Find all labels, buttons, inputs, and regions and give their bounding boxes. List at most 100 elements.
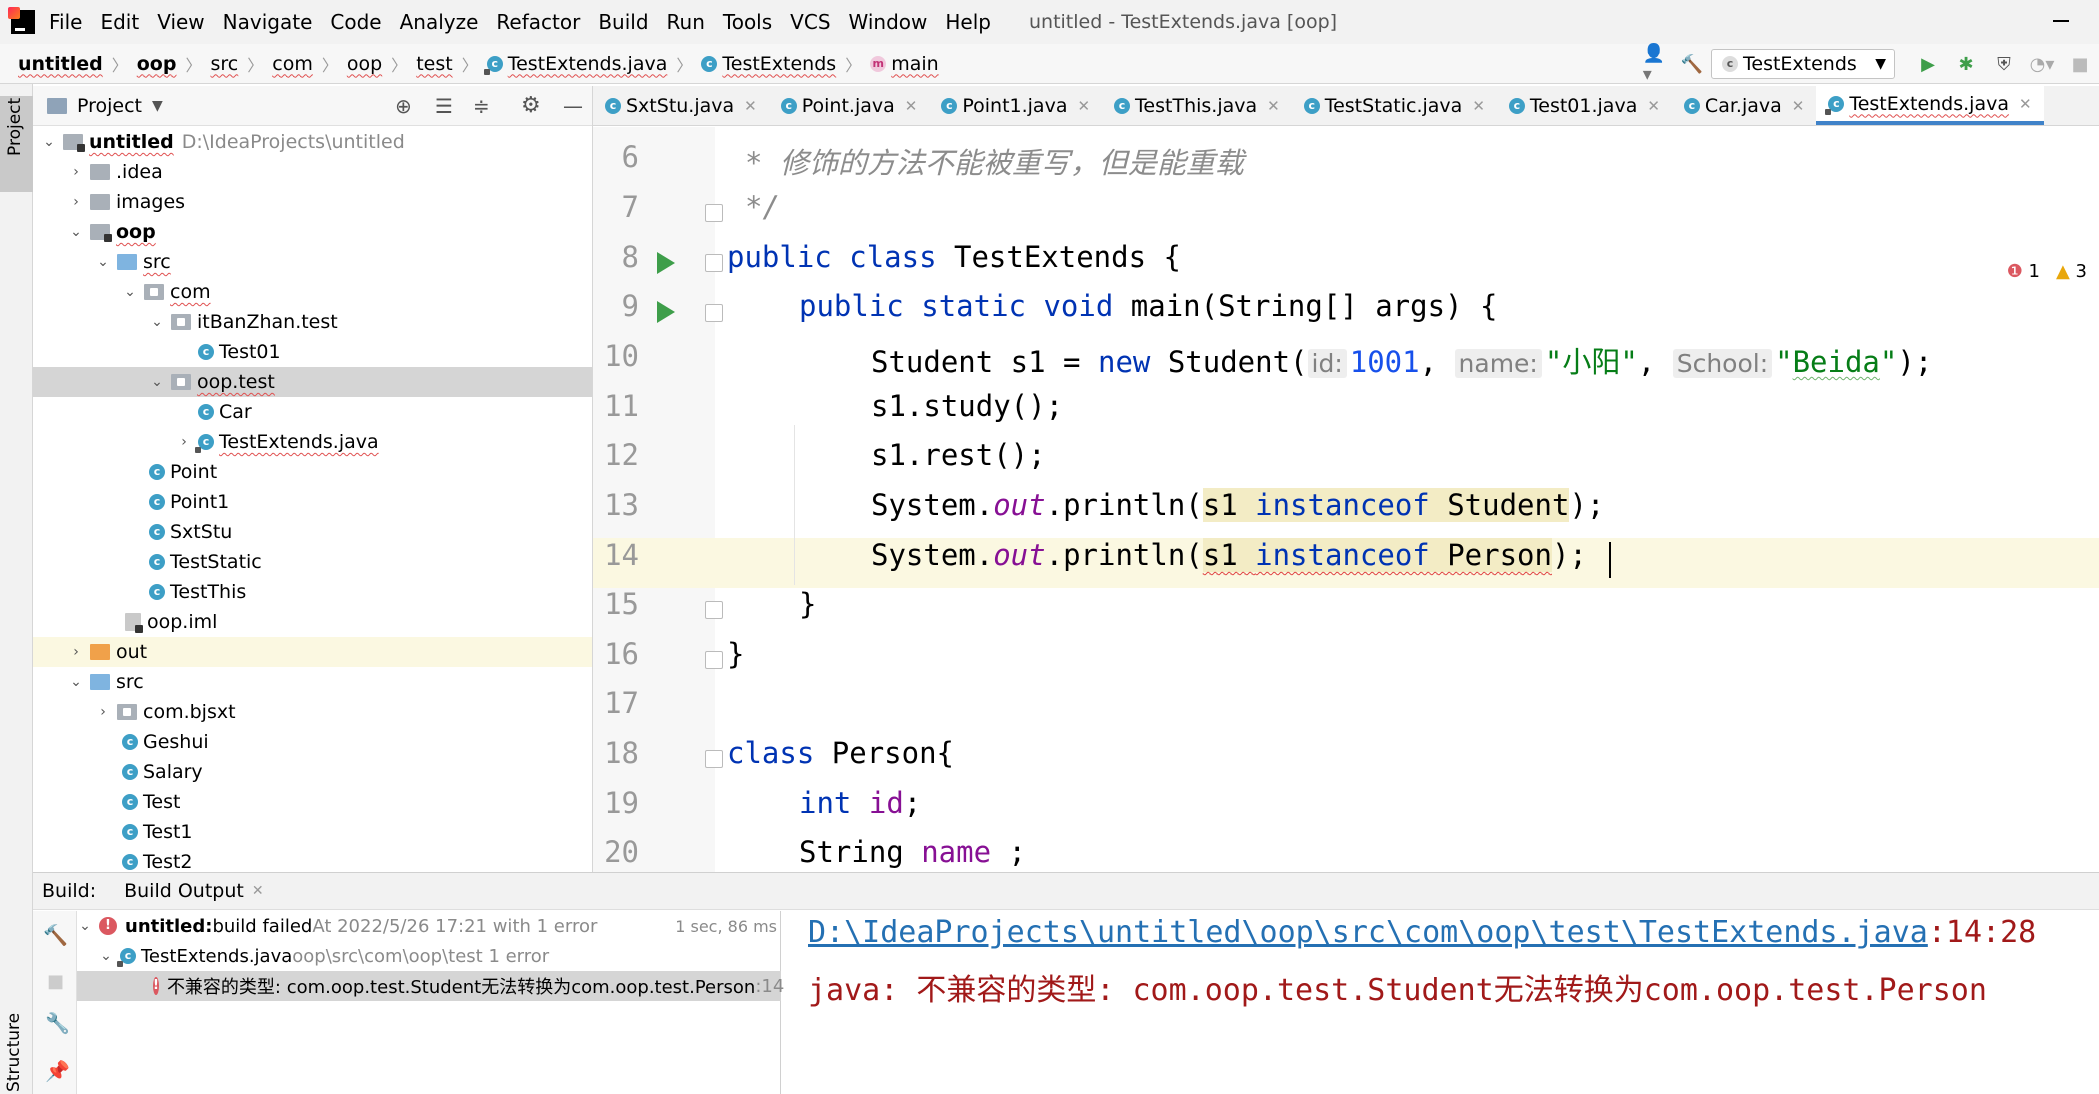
output-file-link[interactable]: D:\IdeaProjects\untitled\oop\src\com\oop… (808, 915, 1928, 950)
tree-node-geshui[interactable]: c Geshui (33, 727, 593, 757)
tree-node-test01[interactable]: c Test01 (33, 337, 593, 367)
close-icon[interactable]: ✕ (2019, 95, 2032, 113)
pin-icon[interactable]: 📌 (45, 1059, 70, 1083)
collapse-all-icon[interactable]: ≑ (473, 94, 490, 118)
fold-icon[interactable] (705, 601, 723, 619)
coverage-icon[interactable]: ⛨ (1993, 53, 2015, 75)
tree-node-oop-iml[interactable]: oop.iml (33, 607, 593, 637)
menu-window[interactable]: Window (849, 10, 928, 34)
tab-test01[interactable]: c Test01.java ✕ (1497, 86, 1672, 125)
chevron-down-icon[interactable]: ⌄ (122, 284, 138, 300)
tab-point[interactable]: c Point.java ✕ (769, 86, 930, 125)
build-error-row[interactable]: ! 不兼容的类型: com.oop.test.Student无法转换为com.o… (77, 971, 784, 1001)
menu-build[interactable]: Build (598, 10, 648, 34)
close-icon[interactable]: ✕ (1267, 97, 1280, 115)
tab-car[interactable]: c Car.java ✕ (1672, 86, 1816, 125)
stop-icon[interactable]: ■ (2069, 53, 2091, 75)
close-icon[interactable]: ✕ (905, 97, 918, 115)
tree-node-point[interactable]: c Point (33, 457, 593, 487)
menu-code[interactable]: Code (330, 10, 381, 34)
project-tool-button[interactable]: Project (0, 96, 33, 192)
chevron-down-icon[interactable]: ⌄ (95, 254, 111, 270)
crumb-test[interactable]: test (416, 53, 453, 75)
tree-node-test[interactable]: c Test (33, 787, 593, 817)
run-main-icon[interactable] (657, 301, 675, 323)
tree-node-test1[interactable]: c Test1 (33, 817, 593, 847)
close-icon[interactable]: ✕ (1792, 97, 1805, 115)
locate-icon[interactable]: ⊕ (395, 94, 412, 118)
wrench-icon[interactable]: 🔧 (45, 1011, 70, 1035)
chevron-down-icon[interactable]: ⌄ (77, 918, 93, 934)
structure-tool-button[interactable]: Structure (4, 1013, 24, 1092)
tree-node-src[interactable]: ⌄ src (33, 247, 593, 277)
tree-node-com-bjsxt[interactable]: › com.bjsxt (33, 697, 593, 727)
tree-node-testthis[interactable]: c TestThis (33, 577, 593, 607)
inspection-widget[interactable]: ❶ 1 ▲ 3 (2007, 261, 2087, 282)
tree-node-images[interactable]: › images (33, 187, 593, 217)
minimize-icon[interactable] (2053, 20, 2069, 22)
run-icon[interactable]: ▶ (1917, 53, 1939, 75)
build-hammer-icon[interactable]: 🔨 (43, 923, 68, 947)
tree-node-point1[interactable]: c Point1 (33, 487, 593, 517)
tree-node-idea[interactable]: › .idea (33, 157, 593, 187)
build-hammer-icon[interactable]: 🔨 (1681, 53, 1703, 75)
build-output-console[interactable]: D:\IdeaProjects\untitled\oop\src\com\oop… (808, 915, 2036, 1009)
tree-node-test2[interactable]: c Test2 (33, 847, 593, 872)
crumb-project[interactable]: untitled (18, 53, 103, 75)
expand-all-icon[interactable]: ☰ (435, 94, 453, 118)
tree-node-itbanzhan-test[interactable]: ⌄ itBanZhan.test (33, 307, 593, 337)
tree-node-sxtstu[interactable]: c SxtStu (33, 517, 593, 547)
gear-icon[interactable]: ⚙ (521, 93, 541, 118)
close-icon[interactable]: ✕ (1472, 97, 1485, 115)
chevron-down-icon[interactable]: ⌄ (68, 674, 84, 690)
tree-node-teststatic[interactable]: c TestStatic (33, 547, 593, 577)
tab-testextends[interactable]: c TestExtends.java ✕ (1816, 86, 2044, 125)
tab-teststatic[interactable]: c TestStatic.java ✕ (1292, 86, 1497, 125)
chevron-down-icon[interactable]: ⌄ (41, 134, 57, 150)
menu-tools[interactable]: Tools (723, 10, 772, 34)
menu-run[interactable]: Run (667, 10, 705, 34)
hide-icon[interactable]: — (563, 94, 583, 118)
close-icon[interactable]: ✕ (1647, 97, 1660, 115)
code-editor[interactable]: ❶ 1 ▲ 3 6 7 8 9 10 11 12 13 14 15 16 17 … (593, 127, 2099, 872)
menu-refactor[interactable]: Refactor (496, 10, 580, 34)
menu-view[interactable]: View (157, 10, 204, 34)
crumb-oop[interactable]: oop (347, 53, 382, 75)
tab-testthis[interactable]: c TestThis.java ✕ (1102, 86, 1292, 125)
project-view-select[interactable]: Project (77, 95, 142, 117)
tree-node-car[interactable]: c Car (33, 397, 593, 427)
menu-edit[interactable]: Edit (100, 10, 139, 34)
fold-icon[interactable] (705, 651, 723, 669)
tree-node-com[interactable]: ⌄ com (33, 277, 593, 307)
user-icon[interactable]: 👤▾ (1643, 43, 1665, 85)
menu-help[interactable]: Help (945, 10, 991, 34)
tab-build-output[interactable]: Build Output ✕ (124, 880, 263, 902)
menu-navigate[interactable]: Navigate (223, 10, 313, 34)
tree-node-untitled[interactable]: ⌄ untitled D:\IdeaProjects\untitled (33, 127, 593, 157)
run-class-icon[interactable] (657, 252, 675, 274)
chevron-down-icon[interactable]: ▼ (152, 98, 163, 114)
build-root-row[interactable]: ⌄ ! untitled: build failed At 2022/5/26 … (77, 911, 781, 941)
tree-node-testextends[interactable]: › c TestExtends.java (33, 427, 593, 457)
crumb-file[interactable]: c TestExtends.java (483, 53, 667, 75)
profile-icon[interactable]: ◔▾ (2030, 53, 2055, 75)
close-icon[interactable]: ✕ (252, 883, 264, 899)
fold-icon[interactable] (705, 750, 723, 768)
chevron-right-icon[interactable]: › (68, 164, 84, 180)
tree-node-oop[interactable]: ⌄ oop (33, 217, 593, 247)
chevron-right-icon[interactable]: › (176, 434, 192, 450)
chevron-down-icon[interactable]: ⌄ (149, 314, 165, 330)
stop-icon[interactable]: ■ (47, 971, 64, 992)
crumb-module[interactable]: oop (137, 53, 177, 75)
build-file-row[interactable]: ⌄ c TestExtends.java oop\src\com\oop\tes… (98, 941, 549, 971)
chevron-right-icon[interactable]: › (68, 194, 84, 210)
fold-icon[interactable] (705, 304, 723, 322)
menu-analyze[interactable]: Analyze (400, 10, 479, 34)
chevron-down-icon[interactable]: ⌄ (149, 374, 165, 390)
chevron-right-icon[interactable]: › (95, 704, 111, 720)
run-config-select[interactable]: c TestExtends ▼ (1711, 49, 1895, 79)
close-icon[interactable]: ✕ (1077, 97, 1090, 115)
menu-file[interactable]: File (49, 10, 82, 34)
fold-icon[interactable] (705, 204, 723, 222)
tree-node-src-root[interactable]: ⌄ src (33, 667, 593, 697)
